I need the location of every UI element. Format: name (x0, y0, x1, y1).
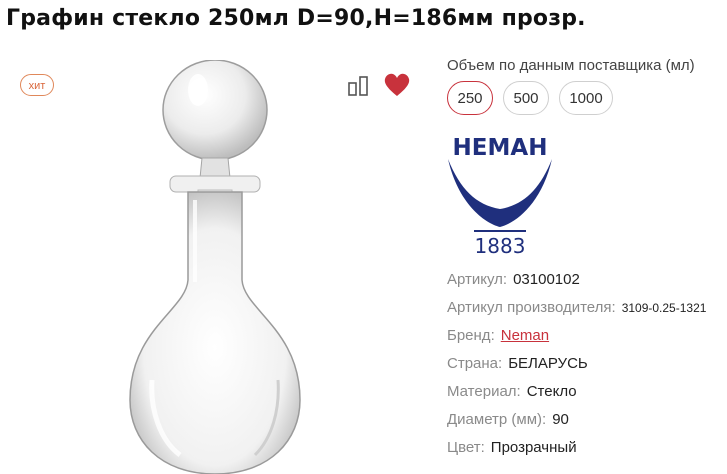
spec-key: Бренд: (447, 327, 495, 344)
product-title: Графин стекло 250мл D=90,H=186мм прозр. (6, 6, 586, 31)
spec-list: Артикул: 03100102 Артикул производителя: 3… (447, 266, 706, 462)
spec-row-material: Материал: Стекло (447, 378, 706, 406)
spec-row-country: Страна: БЕЛАРУСЬ (447, 350, 706, 378)
volume-label: Объем по данным поставщика (мл) (447, 57, 695, 74)
volume-option-250[interactable]: 250 (447, 81, 493, 115)
spec-key: Страна: (447, 355, 503, 372)
spec-row-article: Артикул: 03100102 (447, 266, 706, 294)
volume-options: 250 500 1000 (447, 81, 613, 115)
brand-logo-year: 1883 (475, 234, 526, 258)
volume-option-500[interactable]: 500 (503, 81, 549, 115)
spec-key: Цвет: (447, 439, 485, 456)
decanter-image (129, 60, 301, 474)
spec-row-color: Цвет: Прозрачный (447, 434, 706, 462)
spec-value: 3109-0.25-1321 (621, 301, 707, 315)
spec-key: Артикул: (447, 271, 508, 288)
compare-icon[interactable] (347, 74, 371, 98)
spec-row-manufacturer-article: Артикул производителя: 3109-0.25-1321 (447, 294, 706, 322)
spec-key: Артикул производителя: (447, 299, 616, 316)
brand-logo-name: НЕМАН (453, 135, 548, 161)
spec-row-diameter: Диаметр (мм): 90 (447, 406, 706, 434)
brand-logo: НЕМАН 1883 (448, 135, 552, 258)
heart-icon[interactable] (383, 72, 411, 98)
brand-link[interactable]: Neman (501, 327, 549, 344)
spec-value: Стекло (526, 383, 577, 400)
spec-value: 90 (552, 411, 569, 428)
volume-option-1000[interactable]: 1000 (559, 81, 613, 115)
spec-value: 03100102 (513, 271, 580, 288)
spec-key: Диаметр (мм): (447, 411, 547, 428)
spec-value: Прозрачный (490, 439, 577, 456)
spec-row-brand: Бренд: Neman (447, 322, 706, 350)
spec-value: БЕЛАРУСЬ (508, 355, 588, 372)
spec-key: Материал: (447, 383, 521, 400)
hit-badge: хит (20, 74, 54, 96)
